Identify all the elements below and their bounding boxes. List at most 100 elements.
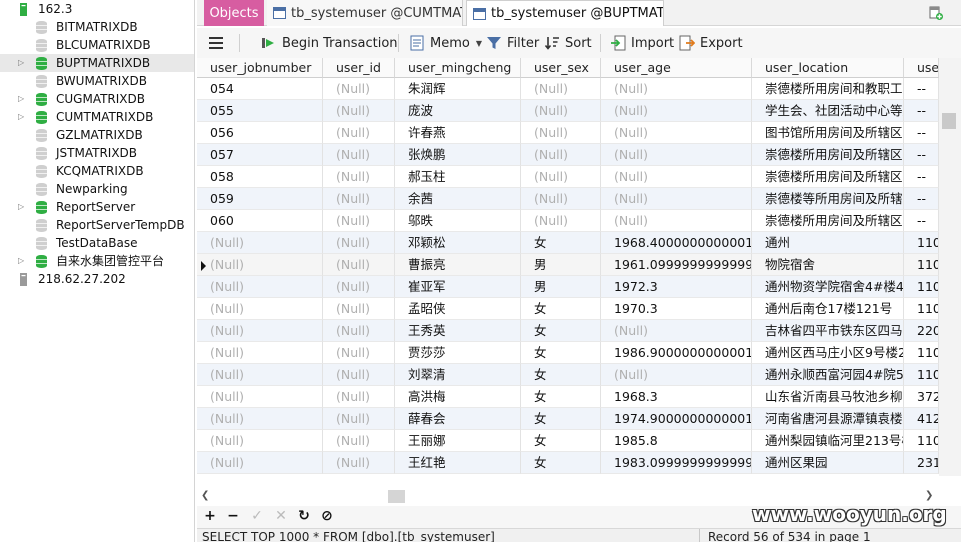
table-row[interactable]: 058 (Null) 郝玉柱 (Null) (Null) 崇德楼所用房间及所辖区域 -- [197,166,939,188]
table-row[interactable]: (Null) (Null) 贾莎莎女 1986.9000000000001 通州区西马庄… [197,342,939,364]
table-cell[interactable]: 学生会、社团活动中心等所辖区 [752,100,904,122]
table-cell[interactable]: 吉林省四平市铁东区四马路 [752,320,904,342]
expand-arrow-icon[interactable]: ▷ [18,95,26,103]
discard-x-icon[interactable]: ✕ [273,508,289,524]
table-cell[interactable]: 郝玉柱 [395,166,521,188]
table-cell[interactable]: 110 [904,254,939,276]
table-row[interactable]: (Null) (Null) 高洪梅女 1968.3 山东省沂南县马牧池乡柳洪 372 [197,386,939,408]
table-cell[interactable]: 孟昭侠 [395,298,521,320]
table-cell[interactable]: 通州梨园镇临河里213号楼6 [752,430,904,452]
table-cell[interactable]: 女 [521,232,601,254]
table-row[interactable]: (Null)(Null)刘翠清女(Null)通州永顺西富河园4#院5#楼110 [197,364,939,386]
table-cell[interactable]: (Null) [197,254,323,276]
vertical-scrollbar[interactable] [939,58,961,476]
table-cell[interactable]: 女 [521,364,601,386]
table-cell[interactable]: 1985.8 [601,430,752,452]
table-cell[interactable]: (Null) [521,78,601,100]
table-cell[interactable]: 邬昳 [395,210,521,232]
tree-database-item[interactable]: ▷ BUPTMATRIXDB [0,54,194,72]
filter-button[interactable]: Filter [486,33,539,53]
delete-record-icon[interactable]: − [225,508,241,524]
table-cell[interactable]: (Null) [323,386,395,408]
table-cell[interactable]: 王秀英 [395,320,521,342]
table-cell[interactable]: 崇德楼等所用房间及所辖区域 [752,188,904,210]
tree-database-item[interactable]: ▷ 自来水集团管控平台 [0,252,194,270]
tree-server-2[interactable]: 218.62.27.202 [0,270,194,288]
table-cell[interactable]: (Null) [323,78,395,100]
table-cell[interactable]: 女 [521,342,601,364]
table-cell[interactable]: 110 [904,276,939,298]
table-row[interactable]: (Null) (Null) 薛春会女 1974.9000000000001 河南省唐河县… [197,408,939,430]
table-cell[interactable]: 1968.4000000000001 [601,232,752,254]
data-grid[interactable]: user_jobnumber user_id user_mingcheng user_… [197,58,939,476]
table-cell[interactable]: 邓颖松 [395,232,521,254]
vertical-scroll-thumb[interactable] [942,113,956,129]
table-cell[interactable]: (Null) [323,100,395,122]
table-row[interactable]: (Null) (Null) 邓颖松女 1968.4000000000001 通州 110 [197,232,939,254]
table-cell[interactable]: 056 [197,122,323,144]
scroll-left-icon[interactable]: ❮ [201,490,209,501]
column-header[interactable]: user_location [752,58,904,78]
table-cell[interactable]: 1986.9000000000001 [601,342,752,364]
table-cell[interactable]: 通州区果园 [752,452,904,474]
table-cell[interactable]: 054 [197,78,323,100]
expand-arrow-icon[interactable]: ▷ [18,59,26,67]
table-cell[interactable]: (Null) [323,276,395,298]
stop-icon[interactable]: ⊘ [319,508,335,524]
table-cell[interactable]: (Null) [521,100,601,122]
table-row[interactable]: (Null)(Null)崔亚军男1972.3通州物资学院宿舍4#楼4门5110 [197,276,939,298]
table-cell[interactable]: (Null) [197,430,323,452]
column-header[interactable]: user_age [601,58,752,78]
table-cell[interactable]: 图书馆所用房间及所辖区域。 [752,122,904,144]
table-cell[interactable]: 通州物资学院宿舍4#楼4门5 [752,276,904,298]
hamburger-menu-icon[interactable] [209,37,223,49]
table-cell[interactable]: -- [904,144,939,166]
table-cell[interactable]: 薛春会 [395,408,521,430]
table-cell[interactable]: -- [904,188,939,210]
tree-database-item[interactable]: BLCUMATRIXDB [0,36,194,54]
table-cell[interactable]: 110 [904,298,939,320]
table-cell[interactable]: 1968.3 [601,386,752,408]
table-cell[interactable]: 通州永顺西富河园4#院5#楼 [752,364,904,386]
table-cell[interactable]: 朱润辉 [395,78,521,100]
tree-database-item[interactable]: ▷ CUGMATRIXDB [0,90,194,108]
table-cell[interactable]: (Null) [601,166,752,188]
import-button[interactable]: Import [610,33,674,53]
column-header[interactable]: user_mingcheng [395,58,521,78]
table-cell[interactable]: 许春燕 [395,122,521,144]
tree-database-item[interactable]: ▷ ReportServer [0,198,194,216]
table-cell[interactable]: (Null) [601,320,752,342]
table-cell[interactable]: (Null) [197,276,323,298]
table-cell[interactable]: (Null) [521,144,601,166]
table-cell[interactable]: 物院宿舍 [752,254,904,276]
table-cell[interactable]: -- [904,78,939,100]
table-cell[interactable]: (Null) [323,408,395,430]
table-row[interactable]: 060 (Null) 邬昳 (Null) (Null) 崇德楼所用房间及所辖区域 -- [197,210,939,232]
table-cell[interactable]: (Null) [323,364,395,386]
table-cell[interactable]: 110 [904,430,939,452]
table-cell[interactable]: (Null) [197,342,323,364]
table-cell[interactable]: (Null) [601,100,752,122]
table-cell[interactable]: 1983.0999999999999 [601,452,752,474]
table-cell[interactable]: (Null) [197,408,323,430]
table-cell[interactable]: 057 [197,144,323,166]
export-button[interactable]: Export [679,33,743,53]
table-cell[interactable]: (Null) [323,210,395,232]
expand-arrow-icon[interactable]: ▷ [18,113,26,121]
tree-database-item[interactable]: Newparking [0,180,194,198]
table-cell[interactable]: 崇德楼所用房间及所辖区域 [752,210,904,232]
table-cell[interactable]: (Null) [197,320,323,342]
table-cell[interactable]: 男 [521,254,601,276]
connection-tree[interactable]: 162.3 BITMATRIXDB BLCUMATRIXDB ▷ BUPTMATRIXD… [0,0,195,542]
table-cell[interactable]: (Null) [323,320,395,342]
table-cell[interactable]: -- [904,166,939,188]
table-row[interactable]: (Null) (Null) 曹振亮男 1961.0999999999999 物院宿舍 11… [197,254,939,276]
table-cell[interactable]: 231 [904,452,939,474]
table-cell[interactable]: 通州区西马庄小区9号楼223 [752,342,904,364]
tree-database-item[interactable]: TestDataBase [0,234,194,252]
table-cell[interactable]: 女 [521,408,601,430]
tree-database-item[interactable]: BWUMATRIXDB [0,72,194,90]
table-cell[interactable]: (Null) [323,122,395,144]
scroll-right-icon[interactable]: ❯ [925,490,933,501]
table-cell[interactable]: (Null) [323,342,395,364]
